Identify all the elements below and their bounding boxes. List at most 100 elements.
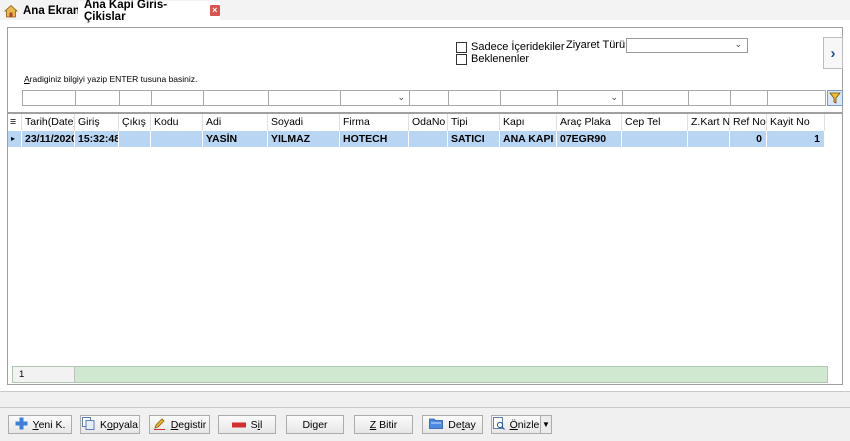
delete-button[interactable]: Sil: [218, 415, 276, 434]
minus-icon: [231, 419, 246, 431]
col-header-kayitno[interactable]: Kayit No: [767, 114, 825, 131]
copy-button[interactable]: Kopyala: [80, 415, 140, 434]
search-hint: Aradiginiz bilgiyi yazip ENTER tusuna ba…: [24, 74, 198, 84]
filter-odano[interactable]: [409, 90, 449, 106]
cell-adi[interactable]: YASİN: [203, 131, 268, 147]
filter-tipi[interactable]: [448, 90, 501, 106]
plus-icon: [15, 417, 28, 433]
status-strip: [0, 391, 850, 408]
cell-giris[interactable]: 15:32:48: [75, 131, 119, 147]
cell-kapi[interactable]: ANA KAPI: [500, 131, 557, 147]
col-header-ceptel[interactable]: Cep Tel: [622, 114, 688, 131]
new-record-label: Yeni K.: [32, 418, 66, 431]
col-header-refno[interactable]: Ref No: [730, 114, 767, 131]
filter-options-button[interactable]: [827, 90, 843, 106]
col-header-giris[interactable]: Giriş: [75, 114, 119, 131]
filter-ceptel[interactable]: [622, 90, 689, 106]
delete-label: Sil: [250, 418, 263, 431]
visit-type-select[interactable]: ⌄: [626, 38, 748, 53]
new-record-button[interactable]: Yeni K.: [8, 415, 72, 434]
cell-soyadi[interactable]: YILMAZ: [268, 131, 340, 147]
edit-button[interactable]: Degistir: [149, 415, 210, 434]
record-count: 1: [13, 367, 75, 382]
table-row[interactable]: ▸ 23/11/2020 15:32:48 YASİN YILMAZ HOTEC…: [8, 131, 842, 147]
tab-bar: Ana Ekran Ana Kapi Giris-Çikislar ×: [0, 0, 850, 23]
cell-refno[interactable]: 0: [730, 131, 767, 147]
cell-plaka[interactable]: 07EGR90: [557, 131, 622, 147]
cell-cikis[interactable]: [119, 131, 151, 147]
col-header-cikis[interactable]: Çıkış: [119, 114, 151, 131]
other-label: Diger: [302, 418, 328, 431]
cell-zkart[interactable]: [688, 131, 730, 147]
col-header-kapi[interactable]: Kapı: [500, 114, 557, 131]
copy-icon: [82, 416, 95, 433]
next-arrow-button[interactable]: ›: [823, 37, 843, 69]
folder-icon: [429, 417, 444, 432]
row-indicator-icon: ▸: [8, 131, 22, 147]
preview-button[interactable]: Önizle: [491, 415, 541, 434]
cell-tarih[interactable]: 23/11/2020: [22, 131, 75, 147]
col-header-firma[interactable]: Firma: [340, 114, 409, 131]
filter-adi[interactable]: [203, 90, 269, 106]
col-header-soyadi[interactable]: Soyadi: [268, 114, 340, 131]
filter-tarih[interactable]: [22, 90, 76, 106]
pending-checkbox[interactable]: [456, 53, 467, 65]
col-header-kodu[interactable]: Kodu: [151, 114, 203, 131]
edit-label: Degistir: [170, 418, 207, 431]
preview-label: Önizle: [509, 418, 540, 431]
detail-label: Detay: [448, 418, 476, 431]
chevron-down-icon: ⌄: [734, 39, 742, 49]
tab-ana-ekran[interactable]: Ana Ekran: [3, 1, 80, 20]
col-header-odano[interactable]: OdaNo: [409, 114, 448, 131]
cell-odano[interactable]: [409, 131, 448, 147]
col-header-tarih[interactable]: Tarih(Date): [22, 114, 75, 131]
action-button-bar: Yeni K. Kopyala Degistir Sil Diger Z Bit…: [0, 408, 850, 441]
filter-panel: Sadece İçeridekiler Beklenenler Ziyaret …: [7, 27, 843, 113]
tab-ana-ekran-label: Ana Ekran: [23, 4, 80, 17]
filter-firma[interactable]: ⌄: [340, 90, 410, 106]
inside-only-checkbox[interactable]: [456, 41, 467, 53]
inside-only-label: Sadece İçeridekiler: [471, 41, 565, 53]
column-menu-icon[interactable]: ≡: [8, 114, 22, 131]
cell-kayitno[interactable]: 1: [767, 131, 825, 147]
cell-firma[interactable]: HOTECH: [340, 131, 409, 147]
cell-tipi[interactable]: SATICI: [448, 131, 500, 147]
cell-ceptel[interactable]: [622, 131, 688, 147]
grid-header: ≡ Tarih(Date) Giriş Çıkış Kodu Adi Soyad…: [8, 114, 842, 131]
chevron-down-icon: ⌄: [610, 92, 618, 102]
close-tab-icon[interactable]: ×: [209, 5, 220, 16]
home-icon: [3, 4, 19, 18]
pencil-icon: [153, 417, 166, 433]
filter-plaka[interactable]: ⌄: [557, 90, 623, 106]
filter-cikis[interactable]: [119, 90, 152, 106]
cell-kodu[interactable]: [151, 131, 203, 147]
filter-funnel-icon: [829, 92, 841, 104]
grid-footer-summary: 1: [12, 366, 828, 383]
col-header-zkart[interactable]: Z.Kart No: [688, 114, 730, 131]
filter-giris[interactable]: [75, 90, 120, 106]
filter-soyadi[interactable]: [268, 90, 341, 106]
col-header-tipi[interactable]: Tipi: [448, 114, 500, 131]
finish-button[interactable]: Z Bitir: [354, 415, 413, 434]
filter-zkart[interactable]: [688, 90, 731, 106]
filter-refno[interactable]: [730, 90, 768, 106]
other-button[interactable]: Diger: [286, 415, 344, 434]
copy-label: Kopyala: [100, 418, 138, 431]
pending-checkbox-row[interactable]: Beklenenler: [456, 53, 529, 65]
chevron-down-icon: ⌄: [397, 92, 405, 102]
detail-button[interactable]: Detay: [422, 415, 483, 434]
records-grid[interactable]: ≡ Tarih(Date) Giriş Çıkış Kodu Adi Soyad…: [7, 113, 843, 385]
filter-kapi[interactable]: [500, 90, 558, 106]
visit-type-label: Ziyaret Türü: [566, 39, 626, 51]
filter-kodu[interactable]: [151, 90, 204, 106]
finish-label: Z Bitir: [369, 418, 398, 431]
tab-active-label: Ana Kapi Giris-Çikislar: [84, 0, 168, 23]
filter-kayitno[interactable]: [767, 90, 826, 106]
col-header-adi[interactable]: Adi: [203, 114, 268, 131]
col-header-plaka[interactable]: Araç Plaka: [557, 114, 622, 131]
preview-dropdown-chevron-icon[interactable]: ▼: [540, 415, 552, 434]
pending-label: Beklenenler: [471, 53, 530, 65]
tab-ana-kapi-giris-cikislar[interactable]: Ana Kapi Giris-Çikislar ×: [78, 0, 220, 23]
preview-document-icon: [492, 416, 505, 433]
inside-only-checkbox-row[interactable]: Sadece İçeridekiler: [456, 41, 565, 53]
